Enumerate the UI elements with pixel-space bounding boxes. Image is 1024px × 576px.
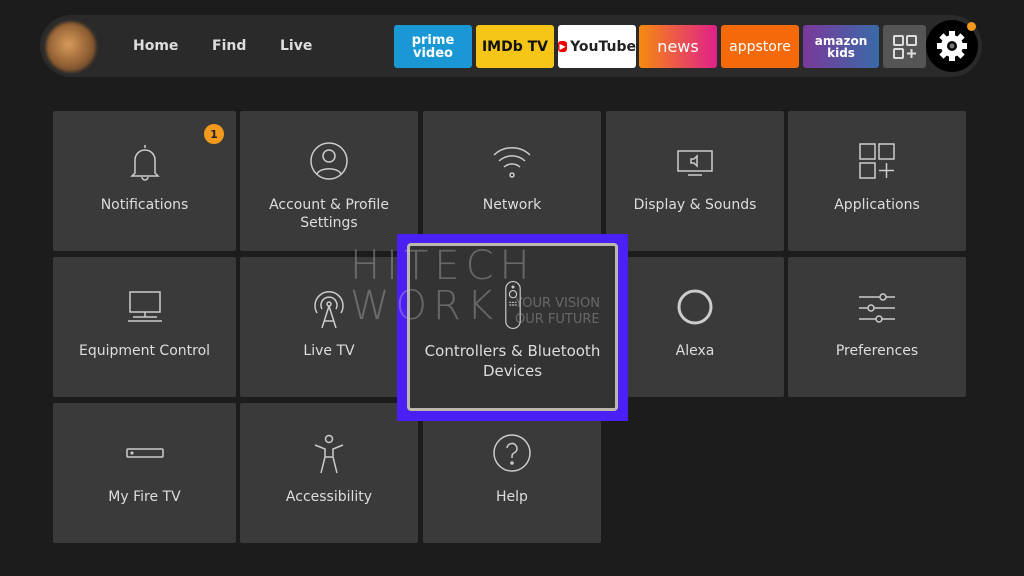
user-icon [310, 142, 348, 180]
app-imdb-tv[interactable]: IMDb TV [476, 25, 554, 68]
tile-notifications[interactable]: 1 Notifications [53, 111, 236, 251]
app-appstore[interactable]: appstore [721, 25, 799, 68]
app-label: appstore [729, 38, 791, 55]
tile-label: Network [482, 197, 542, 213]
tile-network[interactable]: Network [423, 111, 601, 251]
app-youtube[interactable]: ▶ YouTube [558, 25, 636, 68]
tile-controllers-bluetooth[interactable]: Controllers & Bluetooth Devices [407, 243, 618, 411]
tile-live-tv[interactable]: Live TV [240, 257, 418, 397]
youtube-play-icon: ▶ [558, 41, 568, 52]
tile-label: Preferences [835, 343, 919, 359]
app-label: amazon kids [814, 33, 868, 60]
firetv-stick-icon [125, 448, 164, 458]
notification-badge: 1 [204, 124, 224, 144]
app-prime-video[interactable]: prime video [394, 25, 472, 68]
tile-label: My Fire TV [108, 489, 181, 505]
tile-my-fire-tv[interactable]: My Fire TV [53, 403, 236, 543]
sliders-icon [859, 293, 895, 323]
tile-applications[interactable]: Applications [788, 111, 966, 251]
tile-label: Live TV [303, 343, 355, 359]
app-label: IMDb TV [481, 38, 549, 55]
app-news[interactable]: news [639, 25, 717, 68]
monitor-icon [127, 291, 162, 322]
nav-find[interactable]: Find [212, 38, 246, 54]
profile-avatar[interactable] [46, 22, 96, 72]
all-apps-button[interactable] [883, 25, 926, 68]
tile-label: Alexa [675, 343, 715, 359]
apps-grid-icon [892, 34, 917, 59]
tile-label: Notifications [100, 197, 189, 213]
notification-dot [967, 22, 976, 31]
tile-label: Applications [834, 197, 920, 213]
tile-equipment-control[interactable]: Equipment Control [53, 257, 236, 397]
tile-display-sounds[interactable]: Display & Sounds [606, 111, 784, 251]
display-icon [677, 150, 713, 176]
help-icon [493, 434, 531, 472]
remote-icon [504, 281, 521, 329]
tile-account-profile[interactable]: Account & Profile Settings [240, 111, 418, 251]
antenna-icon [314, 291, 344, 329]
tile-preferences[interactable]: Preferences [788, 257, 966, 397]
tile-label: Equipment Control [78, 343, 211, 359]
gear-icon [937, 31, 967, 61]
alexa-icon [677, 289, 713, 325]
app-label: news [657, 36, 699, 56]
tile-label: Account & Profile Settings [269, 197, 389, 231]
apps-icon [859, 143, 895, 179]
app-amazon-kids[interactable]: amazon kids [803, 25, 879, 68]
app-label: prime video [411, 32, 455, 61]
app-label: YouTube [570, 38, 636, 55]
bell-icon [129, 145, 160, 181]
nav-live[interactable]: Live [280, 38, 312, 54]
tile-label: Controllers & Bluetooth Devices [424, 342, 601, 380]
accessibility-icon [314, 434, 344, 474]
nav-home[interactable]: Home [133, 38, 178, 54]
tile-label: Accessibility [285, 489, 373, 505]
tile-alexa[interactable]: Alexa [606, 257, 784, 397]
tile-help[interactable]: Help [423, 403, 601, 543]
wifi-icon [493, 147, 531, 178]
tile-label: Help [496, 489, 528, 505]
tile-accessibility[interactable]: Accessibility [240, 403, 418, 543]
tile-label: Display & Sounds [633, 197, 757, 213]
